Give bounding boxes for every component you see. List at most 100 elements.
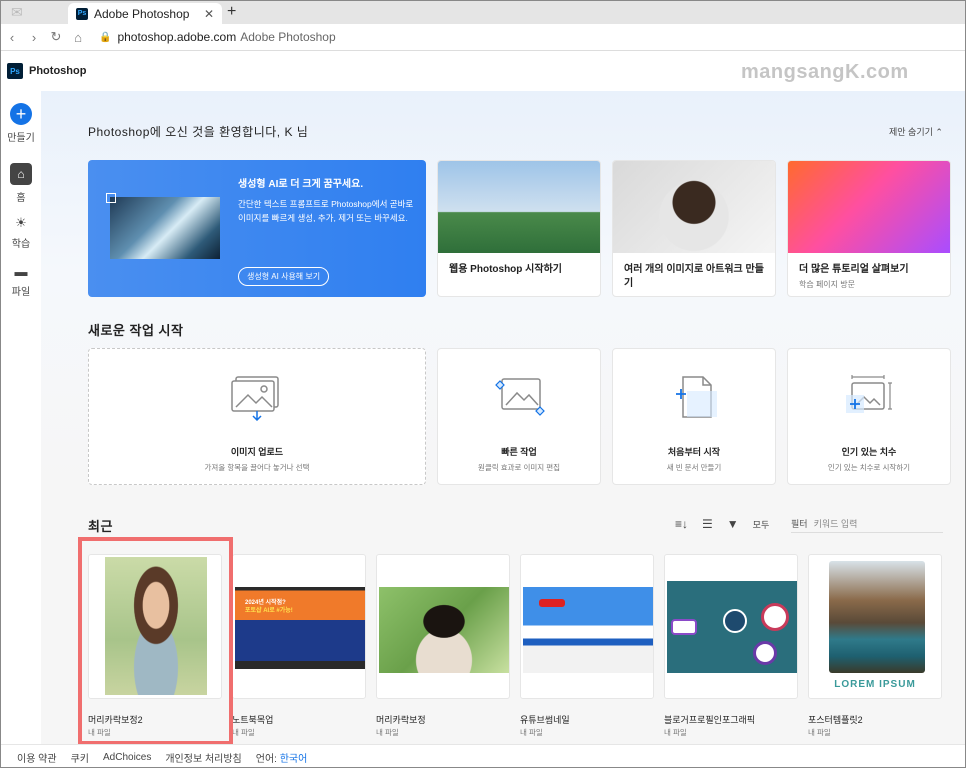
recent-file-location: 내 파일 [376,728,399,737]
new-document-icon [676,376,717,418]
recent-file-card[interactable] [664,554,798,699]
upload-image-title: 이미지 업로드 [230,447,284,457]
giraffe-thumbnail-image [438,161,600,253]
rail-files-label: 파일 [11,287,31,298]
selection-handle-icon [106,193,116,203]
recent-file-location: 내 파일 [520,728,543,737]
rail-home-label: 홈 [16,193,26,204]
terms-link[interactable]: 이용 약관 [17,750,57,765]
rail-files[interactable]: ▬ 파일 [1,264,41,298]
rail-home[interactable]: ⌂ 홈 [1,163,41,204]
browser-window: ✉ Ps Adobe Photoshop ✕ + ‹ › ↻ ⌂ 🔒 photo… [0,0,966,768]
man-with-glasses-thumbnail-image [613,161,775,253]
rail-learn[interactable]: ☀ 학습 [1,215,41,250]
reload-icon[interactable]: ↻ [45,29,67,45]
start-from-scratch-subtitle: 새 빈 문서 만들기 [666,463,722,472]
filter-placeholder: 키워드 입력 [813,519,858,529]
watermark: mangsangK.com [741,61,909,83]
feature-card-artwork[interactable]: 여러 개의 이미지로 아트워크 만들기 [612,160,776,297]
close-tab-icon[interactable]: ✕ [204,7,214,21]
filter-icon[interactable]: ▼ [727,517,739,531]
popular-sizes-subtitle: 인기 있는 치수로 시작하기 [827,463,911,472]
recent-file-name[interactable]: 포스터템플릿2 [808,713,863,726]
url-page-title: Adobe Photoshop [240,30,336,44]
lightbulb-icon[interactable]: ☀ [1,215,41,231]
laptop-subheadline: 포토샵 AI로 #가능! [245,608,293,614]
hero-ice-cave-image [110,197,220,259]
start-from-scratch-card[interactable]: 처음부터 시작 새 빈 문서 만들기 [612,348,776,485]
feature-card-title: 더 많은 튜토리얼 살펴보기 [799,264,909,275]
woman-outdoor-thumbnail-image [379,587,509,673]
create-plus-icon[interactable]: + [10,103,32,125]
infographic-node [671,619,697,635]
try-generative-ai-button[interactable]: 생성형 AI 사용해 보기 [238,267,330,286]
hide-suggestions-label: 제안 숨기기 [889,127,933,137]
recent-file-card[interactable]: LOREM IPSUM [808,554,942,699]
app-header: Ps Photoshop mangsangK.com [1,51,965,91]
start-from-scratch-title: 처음부터 시작 [667,447,721,457]
tutorial-thumbnail-image [788,161,950,253]
recent-file-card[interactable] [376,554,510,699]
language-value[interactable]: 한국어 [280,754,308,765]
rail-learn-label: 학습 [11,239,31,250]
recent-file-location: 내 파일 [232,728,255,737]
feature-card-subtitle: 학습 페이지 방문 [799,280,855,289]
red-plane-icon [539,599,565,607]
feature-card-title: 여러 개의 이미지로 아트워크 만들기 [624,264,764,289]
back-icon[interactable]: ‹ [1,30,23,45]
hero-title: 생성형 AI로 더 크게 꿈꾸세요. [238,179,364,190]
left-rail: + 만들기 ⌂ 홈 ☀ 학습 ▬ 파일 [1,91,41,744]
main-content: Photoshop에 오신 것을 환영합니다, K 님 제안 숨기기 ⌃ 생성형… [41,91,965,745]
feature-card-title: 웹용 Photoshop 시작하기 [449,264,562,275]
popular-sizes-title: 인기 있는 치수 [841,447,897,457]
recent-file-card[interactable]: 2024년 시작점? 포토샵 AI로 #가능! [232,554,366,699]
app-name: Photoshop [29,65,87,77]
mountain-lake-thumbnail-image [829,561,925,673]
popular-sizes-card[interactable]: 인기 있는 치수 인기 있는 치수로 시작하기 [787,348,951,485]
photoshop-favicon-icon: Ps [76,7,88,20]
recent-file-card[interactable] [520,554,654,699]
feature-card-tutorials[interactable]: 더 많은 튜토리얼 살펴보기 학습 페이지 방문 [787,160,951,297]
rail-create-label: 만들기 [7,133,35,144]
popular-sizes-icon [846,375,892,413]
recent-file-location: 내 파일 [808,728,831,737]
home-browser-icon[interactable]: ⌂ [67,30,89,45]
quick-actions-card[interactable]: 빠른 작업 원클릭 효과로 이미지 편집 [437,348,601,485]
address-bar: ‹ › ↻ ⌂ 🔒 photoshop.adobe.com Adobe Phot… [1,24,965,51]
quick-actions-title: 빠른 작업 [501,447,537,457]
filter-label: 필터 [791,519,808,529]
filter-all-dropdown[interactable]: 모두 [753,518,770,531]
rail-create[interactable]: + 만들기 [1,103,41,144]
infographic-node [753,641,777,665]
list-view-icon[interactable]: ☰ [702,517,713,531]
keyword-filter-input[interactable]: 필터 키워드 입력 [791,515,943,533]
new-tab-icon[interactable]: + [227,3,236,21]
recent-section-title: 최근 [88,519,113,534]
infographic-node [761,603,789,631]
footer: 이용 약관 쿠키 AdChoices 개인정보 처리방침 언어: 한국어 [1,744,965,767]
browser-tab[interactable]: Ps Adobe Photoshop ✕ [68,3,222,24]
feature-card-get-started[interactable]: 웹용 Photoshop 시작하기 [437,160,601,297]
privacy-link[interactable]: 개인정보 처리방침 [165,750,241,765]
upload-image-subtitle: 가져올 항목을 끌어다 놓거나 선택 [204,463,310,472]
infographic-center-node [723,609,747,633]
sort-icon[interactable]: ≡↓ [675,517,688,531]
home-icon[interactable]: ⌂ [10,163,32,185]
hide-suggestions-button[interactable]: 제안 숨기기 ⌃ [889,125,943,138]
generative-ai-hero-card[interactable]: 생성형 AI로 더 크게 꿈꾸세요. 간단한 텍스트 프롬프트로 Photosh… [88,160,426,297]
language-selector[interactable]: 언어: 한국어 [256,750,308,765]
tab-bar: ✉ Ps Adobe Photoshop ✕ + [1,1,965,24]
lock-icon[interactable]: 🔒 [99,32,111,43]
url-text[interactable]: photoshop.adobe.com [117,30,236,44]
recent-file-name[interactable]: 유튜브썸네일 [520,713,570,726]
cookies-link[interactable]: 쿠키 [71,750,89,765]
recent-file-location: 내 파일 [664,728,687,737]
recent-file-name[interactable]: 노트북목업 [232,713,273,726]
upload-image-card[interactable]: 이미지 업로드 가져올 항목을 끌어다 놓거나 선택 [88,348,426,485]
selection-highlight [78,537,233,745]
recent-file-name[interactable]: 블로거프로필인포그래픽 [664,713,755,726]
adchoices-link[interactable]: AdChoices [103,752,151,763]
folder-icon[interactable]: ▬ [1,264,41,279]
forward-icon[interactable]: › [23,30,45,45]
recent-file-name[interactable]: 머리카락보정 [376,713,426,726]
